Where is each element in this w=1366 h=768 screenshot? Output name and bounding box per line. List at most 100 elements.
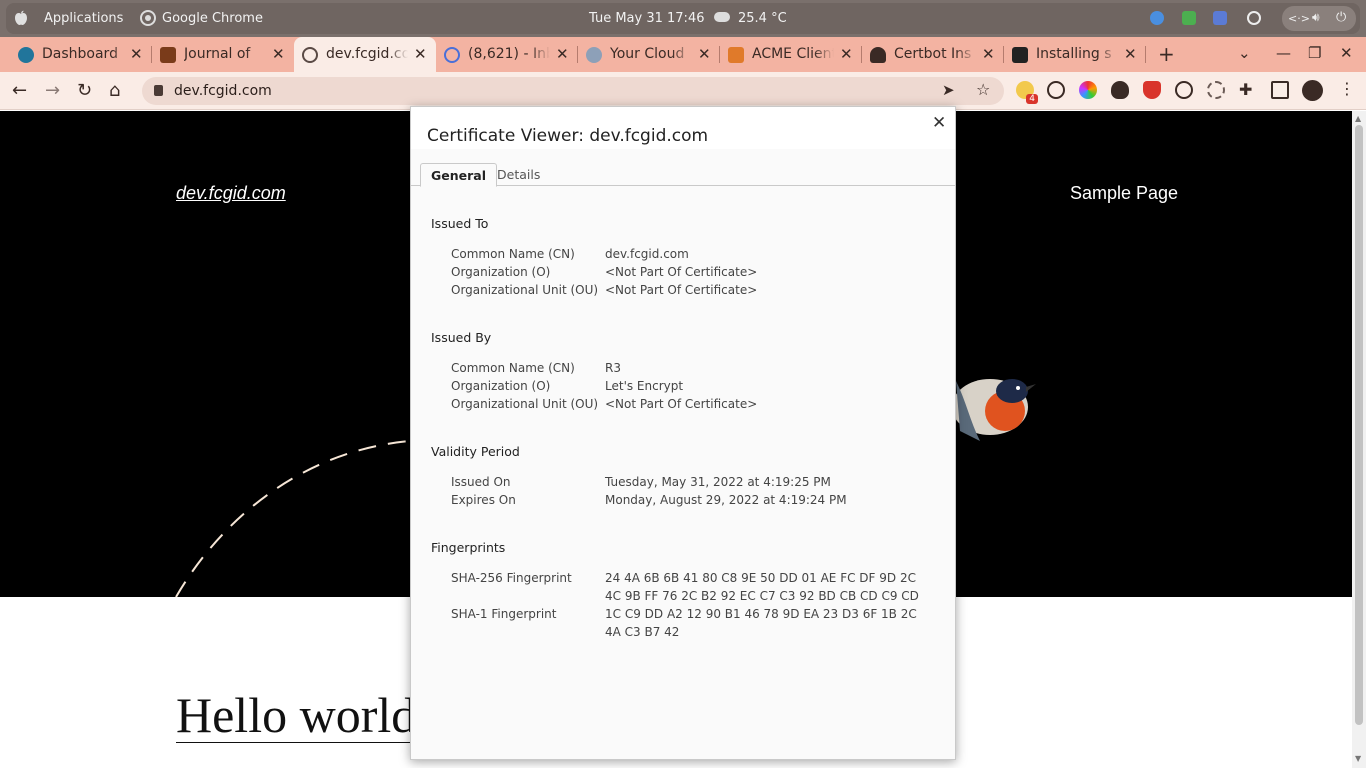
tab-close-icon[interactable]: ✕	[414, 45, 427, 63]
tab-title: ACME Client	[752, 46, 834, 62]
bitwarden-shield-icon[interactable]	[1213, 11, 1227, 25]
tab-close-icon[interactable]: ✕	[272, 45, 285, 63]
validity-heading: Validity Period	[431, 444, 520, 459]
speedometer-extension-icon[interactable]	[1175, 81, 1193, 99]
cloud-icon	[586, 47, 602, 63]
eye-extension-icon[interactable]	[1047, 81, 1065, 99]
tab-acme-client[interactable]: ACME Client ✕	[720, 37, 862, 72]
tab-title: Your Cloud	[610, 46, 692, 62]
extension-badge: 4	[1026, 94, 1038, 104]
network-icon: <·>	[1288, 12, 1310, 25]
tab-title: (8,621) - Inbox	[468, 46, 550, 62]
terminal-icon	[1012, 47, 1028, 63]
shield-check-icon[interactable]	[1182, 11, 1196, 25]
issued-to-ou-value: <Not Part Of Certificate>	[605, 283, 758, 297]
extensions-puzzle-icon[interactable]: ✚	[1239, 80, 1252, 99]
profile-avatar[interactable]	[1302, 80, 1323, 101]
tab-close-icon[interactable]: ✕	[698, 45, 711, 63]
tab-inbox[interactable]: (8,621) - Inbox ✕	[436, 37, 578, 72]
power-icon: ⏻	[1336, 10, 1347, 25]
site-title-link[interactable]: dev.fcgid.com	[176, 183, 286, 204]
back-arrow-icon[interactable]: ←	[12, 80, 27, 101]
restore-window-icon[interactable]: ❐	[1308, 44, 1321, 62]
active-app-name[interactable]: Google Chrome	[162, 11, 263, 26]
tab-divider	[1145, 46, 1146, 63]
forward-arrow-icon[interactable]: →	[45, 80, 60, 101]
address-bar[interactable]: dev.fcgid.com ➤ ☆	[142, 77, 1004, 105]
globe-icon	[302, 47, 318, 63]
issued-by-o-label: Organization (O)	[451, 379, 551, 393]
scrollbar-thumb[interactable]	[1355, 125, 1363, 725]
url-text[interactable]: dev.fcgid.com	[174, 83, 272, 99]
reload-icon[interactable]: ↻	[77, 80, 92, 101]
more-menu-icon[interactable]: ⋮	[1339, 79, 1355, 98]
tab-title: Installing s	[1036, 46, 1118, 62]
issued-by-cn-value: R3	[605, 361, 621, 375]
tab-certbot[interactable]: Certbot Ins ✕	[862, 37, 1004, 72]
tab-dev-fcgid[interactable]: dev.fcgid.com ✕	[294, 37, 436, 72]
tab-close-icon[interactable]: ✕	[982, 45, 995, 63]
clock[interactable]: Tue May 31 17:46	[589, 11, 704, 26]
tab-close-icon[interactable]: ✕	[1124, 45, 1137, 63]
dashed-flight-path	[175, 440, 411, 597]
tab-installing[interactable]: Installing s ✕	[1004, 37, 1146, 72]
send-tab-icon[interactable]: ➤	[942, 81, 955, 99]
issued-on-label: Issued On	[451, 475, 511, 489]
sha256-label: SHA-256 Fingerprint	[451, 571, 572, 585]
close-window-icon[interactable]: ✕	[1340, 44, 1353, 62]
tab-details[interactable]: Details	[487, 163, 550, 187]
ublock-shield-icon[interactable]	[1143, 81, 1161, 99]
issued-to-ou-label: Organizational Unit (OU)	[451, 283, 599, 297]
issued-by-ou-label: Organizational Unit (OU)	[451, 397, 599, 411]
settings-extension-icon[interactable]	[1207, 81, 1225, 99]
lightbulb-extension-icon[interactable]: 4	[1016, 81, 1038, 104]
tab-close-icon[interactable]: ✕	[130, 45, 143, 63]
bookmark-star-icon[interactable]: ☆	[976, 80, 990, 99]
chrome-remote-icon[interactable]	[1150, 11, 1164, 25]
tab-close-icon[interactable]: ✕	[556, 45, 569, 63]
minimize-icon[interactable]: —	[1276, 44, 1291, 62]
bird-extension-icon[interactable]	[1111, 81, 1129, 99]
color-picker-extension-icon[interactable]	[1079, 81, 1097, 99]
browser-toolbar: ← → ↻ ⌂ dev.fcgid.com ➤ ☆ 4 ✚ ⋮	[0, 72, 1366, 110]
post-title[interactable]: Hello world	[176, 689, 417, 743]
issued-by-heading: Issued By	[431, 330, 492, 345]
scroll-down-arrow-icon[interactable]: ▼	[1355, 754, 1361, 763]
issued-by-ou-value: <Not Part Of Certificate>	[605, 397, 758, 411]
page-scrollbar[interactable]: ▲ ▼	[1352, 111, 1366, 768]
side-panel-icon[interactable]	[1271, 81, 1289, 99]
accessibility-icon[interactable]	[1247, 11, 1261, 25]
temperature[interactable]: 25.4 °C	[738, 11, 787, 26]
tab-title: Journal of	[184, 46, 266, 62]
scroll-up-arrow-icon[interactable]: ▲	[1355, 114, 1361, 123]
journal-icon	[160, 47, 176, 63]
nav-sample-page-link[interactable]: Sample Page	[1070, 183, 1178, 204]
tab-journal[interactable]: Journal of ✕	[152, 37, 294, 72]
dialog-tab-bar: General Details	[411, 163, 955, 187]
issued-by-o-value: Let's Encrypt	[605, 379, 684, 393]
tab-close-icon[interactable]: ✕	[840, 45, 853, 63]
chrome-icon	[140, 10, 156, 26]
tab-title: dev.fcgid.com	[326, 46, 408, 62]
tab-search-chevron-down-icon[interactable]: ⌄	[1238, 44, 1251, 62]
dialog-close-icon[interactable]: ✕	[932, 113, 946, 133]
fingerprints-heading: Fingerprints	[431, 540, 506, 555]
applications-menu[interactable]: Applications	[44, 11, 123, 26]
dialog-title: Certificate Viewer: dev.fcgid.com	[427, 126, 709, 146]
tab-your-cloud[interactable]: Your Cloud ✕	[578, 37, 720, 72]
new-tab-plus-icon[interactable]: +	[1158, 42, 1175, 66]
issued-to-heading: Issued To	[431, 216, 489, 231]
acme-icon	[728, 47, 744, 63]
tab-dashboard[interactable]: Dashboard ✕	[10, 37, 152, 72]
apple-logo-icon[interactable]	[14, 10, 28, 26]
sha256-value-line2: 4C 9B FF 76 2C B2 92 EC C7 C3 92 BD CB C…	[605, 589, 919, 603]
tab-title: Certbot Ins	[894, 46, 976, 62]
sha1-value-line2: 4A C3 B7 42	[605, 625, 680, 639]
home-icon[interactable]: ⌂	[109, 80, 120, 101]
sha256-value-line1: 24 4A 6B 6B 41 80 C8 9E 50 DD 01 AE FC D…	[605, 571, 916, 585]
issued-to-cn-label: Common Name (CN)	[451, 247, 575, 261]
tab-general[interactable]: General	[420, 163, 497, 187]
lock-icon[interactable]	[154, 85, 163, 96]
expires-on-value: Monday, August 29, 2022 at 4:19:24 PM	[605, 493, 847, 507]
certbot-icon	[870, 47, 886, 63]
